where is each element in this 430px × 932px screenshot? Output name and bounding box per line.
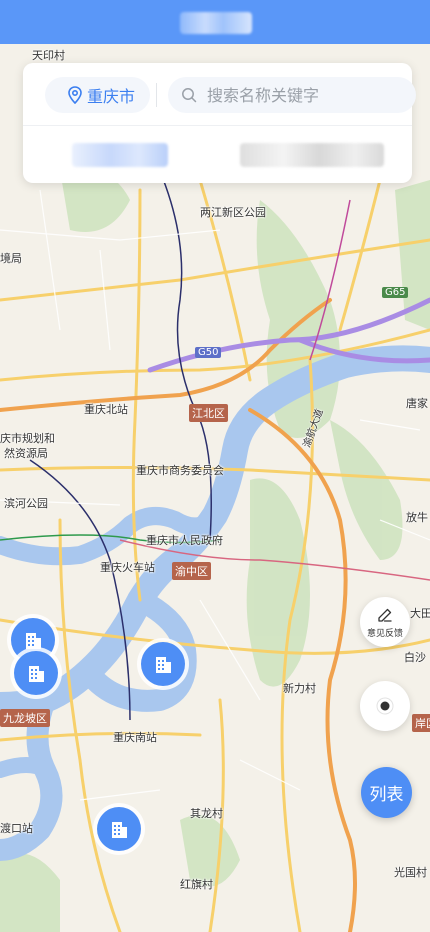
district-yuzhong: 渝中区 — [172, 562, 211, 580]
redacted-title — [180, 12, 252, 34]
label-gov: 重庆市人民政府 — [146, 534, 223, 547]
label-south-station: 重庆南站 — [113, 731, 157, 744]
feedback-button[interactable]: 意见反馈 — [360, 597, 410, 647]
highway-g50: G50 — [195, 347, 222, 358]
card-divider — [23, 125, 412, 126]
list-label: 列表 — [369, 785, 404, 805]
top-bar — [0, 0, 430, 44]
building-marker[interactable] — [93, 803, 145, 855]
feedback-label: 意见反馈 — [366, 628, 403, 639]
district-jiangbei: 江北区 — [189, 404, 228, 422]
district-jiulongpo: 九龙坡区 — [0, 709, 50, 727]
building-icon — [29, 666, 44, 682]
locate-icon — [376, 697, 394, 715]
label-commerce: 重庆市商务委员会 — [136, 464, 224, 477]
location-pin-icon — [68, 86, 82, 104]
city-name: 重庆市 — [87, 87, 136, 106]
label-planning: 庆市规划和 — [0, 432, 55, 445]
edit-icon — [378, 608, 392, 622]
district-nanan: 岸区 — [412, 714, 430, 732]
label-natural-res: 然资源局 — [4, 447, 48, 460]
redacted-tab-right[interactable] — [240, 143, 384, 167]
label-tianyincun: 天印村 — [32, 49, 65, 62]
building-marker[interactable] — [10, 647, 62, 699]
city-selector[interactable]: 重庆市 — [45, 77, 150, 113]
search-box[interactable] — [168, 77, 416, 113]
building-icon — [156, 657, 171, 673]
label-jingju: 境局 — [0, 252, 22, 265]
label-datian: 大田 — [410, 607, 430, 620]
list-button[interactable]: 列表 — [361, 767, 412, 818]
redacted-tab-left[interactable] — [72, 143, 168, 167]
label-binhe-park: 滨河公园 — [4, 497, 48, 510]
label-baisha: 白沙 — [404, 651, 426, 664]
label-fangniu: 放牛 — [406, 511, 428, 524]
label-tangjia: 唐家 — [406, 397, 428, 410]
label-chongqing-north: 重庆北站 — [84, 403, 128, 416]
search-icon — [182, 88, 197, 103]
label-train-station: 重庆火车站 — [100, 561, 155, 574]
label-hongqicun: 红旗村 — [180, 878, 213, 891]
label-guangguo: 光国村 — [394, 866, 427, 879]
building-icon — [112, 822, 127, 838]
highway-g65: G65 — [382, 287, 409, 298]
divider — [156, 83, 157, 107]
building-marker[interactable] — [137, 638, 189, 690]
search-input[interactable] — [207, 85, 407, 105]
label-dukou: 渡口站 — [0, 822, 33, 835]
label-xinlicun: 新力村 — [283, 682, 316, 695]
label-liangjiang-park: 两江新区公园 — [200, 206, 266, 219]
search-card: 重庆市 — [23, 63, 416, 183]
locate-button[interactable] — [360, 681, 410, 731]
label-qilongcun: 其龙村 — [190, 807, 223, 820]
